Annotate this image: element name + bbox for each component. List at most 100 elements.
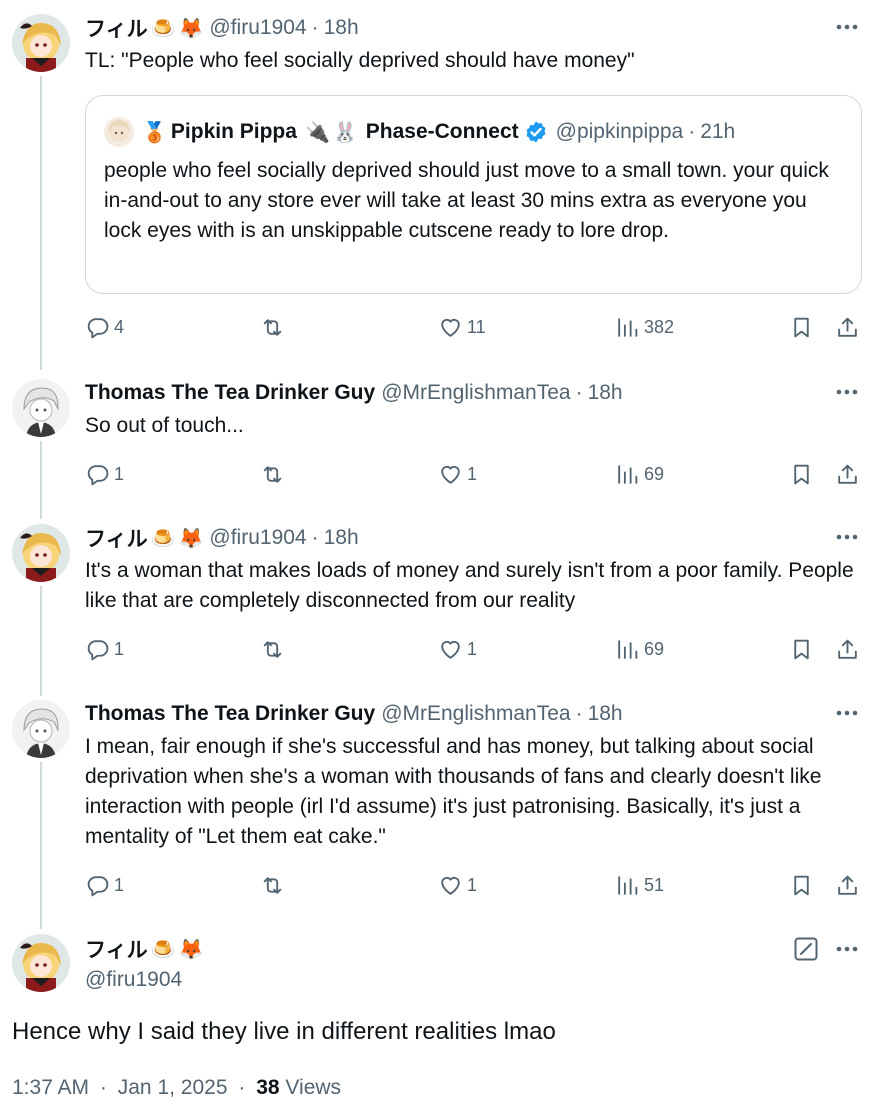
bookmark-icon <box>794 317 809 337</box>
tweet-header: フィル 🍮 🦊 @firu1904 · 18h <box>85 524 359 552</box>
repost-button[interactable] <box>260 870 289 900</box>
views-button[interactable]: 69 <box>615 634 664 664</box>
action-bar: 1 1 69 <box>85 634 865 664</box>
like-button[interactable]: 1 <box>438 870 477 900</box>
separator: · <box>99 1076 107 1099</box>
views-label: Views <box>285 1076 342 1099</box>
display-name[interactable]: Thomas The Tea Drinker Guy <box>85 381 375 405</box>
reply-button[interactable]: 1 <box>85 634 124 664</box>
repost-button[interactable] <box>260 459 289 489</box>
views-icon <box>618 639 638 659</box>
repost-icon <box>263 640 282 658</box>
timestamp[interactable]: 18h <box>324 526 359 550</box>
share-button[interactable] <box>835 459 860 489</box>
bookmark-icon <box>794 464 809 484</box>
more-icon[interactable] <box>834 524 860 550</box>
reply-button[interactable]: 4 <box>85 312 124 342</box>
quote-timestamp: 21h <box>700 120 736 143</box>
like-icon <box>441 640 460 659</box>
user-handle[interactable]: @firu1904 <box>209 16 306 40</box>
like-icon <box>441 318 460 337</box>
tweet-header: Thomas The Tea Drinker Guy @MrEnglishman… <box>85 379 623 407</box>
views-button[interactable]: 382 <box>615 312 674 342</box>
more-icon[interactable] <box>834 700 860 726</box>
repost-button[interactable] <box>260 634 289 664</box>
reply-button[interactable]: 1 <box>85 459 124 489</box>
separator: · <box>688 120 696 143</box>
display-name[interactable]: フィル <box>85 523 148 553</box>
post-time[interactable]: 1:37 AM <box>12 1076 89 1099</box>
bookmark-icon <box>794 639 809 659</box>
like-button[interactable]: 1 <box>438 634 477 664</box>
more-icon[interactable] <box>834 936 860 962</box>
action-bar: 1 1 51 <box>85 870 865 900</box>
display-name[interactable]: フィル <box>85 934 148 964</box>
quote-tweet[interactable]: 🥉 Pipkin Pippa 🔌 🐰 Phase-Connect @pipkin… <box>85 95 862 294</box>
quote-text: people who feel socially deprived should… <box>104 159 829 242</box>
edit-icon[interactable] <box>793 936 819 962</box>
tweet-header: フィル 🍮 🦊 @firu1904 · 18h <box>85 14 359 42</box>
quote-avatar <box>104 117 134 147</box>
name-emoji: 🦊 <box>178 17 204 40</box>
like-count: 11 <box>467 316 486 337</box>
like-button[interactable]: 11 <box>438 312 486 342</box>
repost-button[interactable] <box>260 312 289 342</box>
quote-affiliation: Phase-Connect <box>365 120 519 143</box>
display-name[interactable]: フィル <box>85 13 148 43</box>
thread-tweet[interactable]: Thomas The Tea Drinker Guy @MrEnglishman… <box>0 700 879 910</box>
views-icon <box>618 875 638 895</box>
quote-handle: @pipkinpippa <box>555 120 684 143</box>
bookmark-button[interactable] <box>789 634 814 664</box>
views-button[interactable]: 69 <box>615 459 664 489</box>
user-handle[interactable]: @MrEnglishmanTea <box>381 702 570 726</box>
views-button[interactable]: 51 <box>615 870 664 900</box>
bookmark-button[interactable] <box>789 312 814 342</box>
views-total: 38 <box>256 1076 280 1099</box>
like-button[interactable]: 1 <box>438 459 477 489</box>
bookmark-button[interactable] <box>789 459 814 489</box>
timestamp[interactable]: 18h <box>324 16 359 40</box>
name-emoji: 🍮 <box>150 17 176 40</box>
share-button[interactable] <box>835 870 860 900</box>
avatar[interactable] <box>12 700 70 758</box>
display-name[interactable]: Thomas The Tea Drinker Guy <box>85 702 375 726</box>
timestamp[interactable]: 18h <box>588 381 623 405</box>
thread-tweet[interactable]: フィル 🍮 🦊 @firu1904 · 18h TL: "People who … <box>0 14 879 354</box>
views-count: 51 <box>644 874 665 895</box>
user-handle[interactable]: @MrEnglishmanTea <box>381 381 570 405</box>
user-handle[interactable]: @firu1904 <box>209 526 306 550</box>
share-button[interactable] <box>835 312 860 342</box>
more-icon[interactable] <box>834 14 860 40</box>
views-count: 382 <box>644 316 675 337</box>
name-emoji: 🍮 <box>150 527 176 550</box>
repost-icon <box>263 465 282 483</box>
quote-header: 🥉 Pipkin Pippa 🔌 🐰 Phase-Connect @pipkin… <box>104 118 735 146</box>
avatar[interactable] <box>12 934 70 992</box>
tweet-text: It's a woman that makes loads of money a… <box>85 559 854 612</box>
share-icon <box>838 639 857 659</box>
separator: · <box>238 1076 246 1099</box>
user-handle[interactable]: @firu1904 <box>85 968 182 992</box>
avatar[interactable] <box>12 379 70 437</box>
thread-tweet[interactable]: フィル 🍮 🦊 @firu1904 · 18h It's a woman tha… <box>0 524 879 674</box>
tweet-text: So out of touch... <box>85 414 244 437</box>
timestamp[interactable]: 18h <box>588 702 623 726</box>
share-icon <box>838 317 857 337</box>
main-handle-row: @firu1904 <box>85 966 182 994</box>
action-bar: 4 11 382 <box>85 312 865 342</box>
quote-display-name: Pipkin Pippa <box>170 120 297 143</box>
repost-icon <box>263 876 282 894</box>
name-emoji: 🍮 <box>150 938 176 961</box>
avatar[interactable] <box>12 14 70 72</box>
more-icon[interactable] <box>834 379 860 405</box>
bookmark-button[interactable] <box>789 870 814 900</box>
share-button[interactable] <box>835 634 860 664</box>
share-icon <box>838 464 857 484</box>
post-date[interactable]: Jan 1, 2025 <box>118 1076 228 1099</box>
thread-tweet[interactable]: Thomas The Tea Drinker Guy @MrEnglishman… <box>0 379 879 499</box>
separator: · <box>311 16 319 39</box>
bookmark-icon <box>794 875 809 895</box>
reply-button[interactable]: 1 <box>85 870 124 900</box>
avatar[interactable] <box>12 524 70 582</box>
reply-icon <box>87 317 109 338</box>
